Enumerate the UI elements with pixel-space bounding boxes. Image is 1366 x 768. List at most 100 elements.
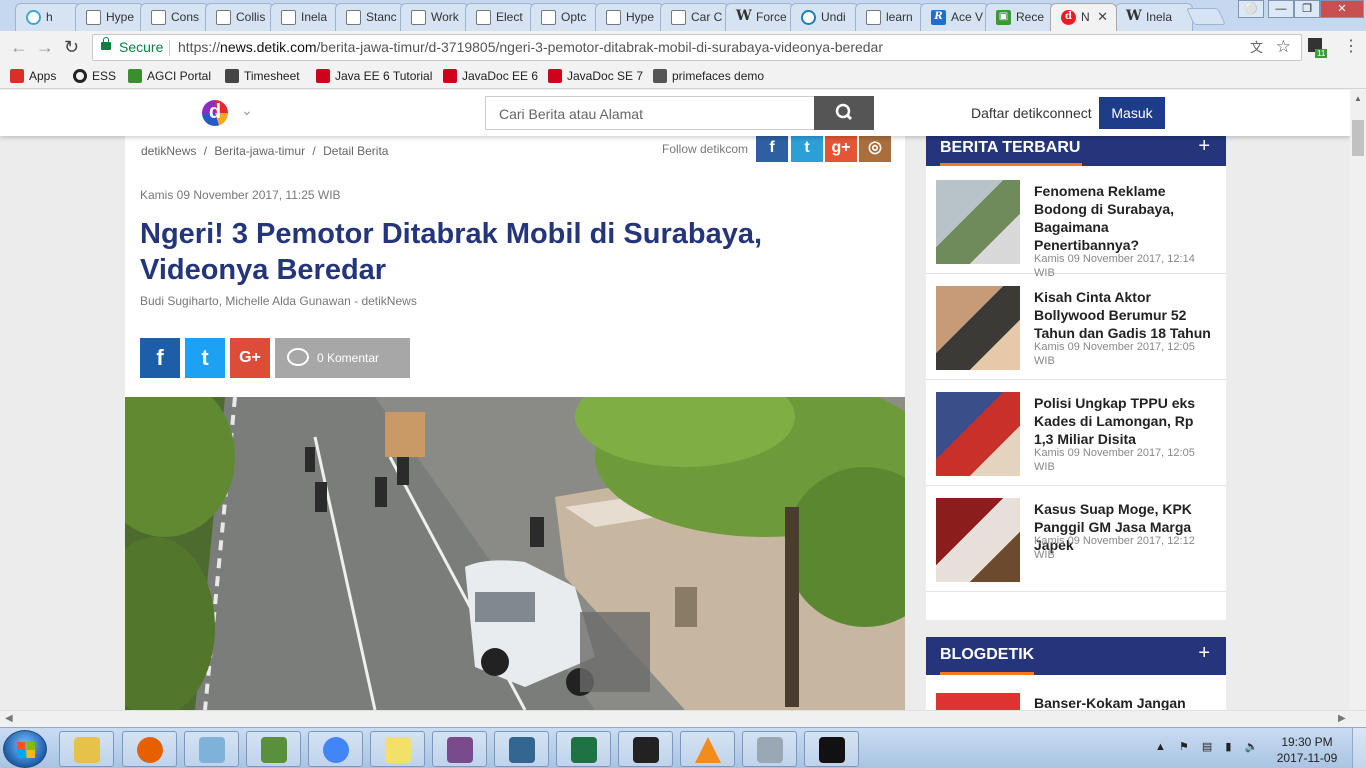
show-desktop-button[interactable] xyxy=(1352,728,1366,768)
news-thumbnail[interactable] xyxy=(936,180,1020,264)
reload-button[interactable]: ↻ xyxy=(64,37,79,58)
scroll-up-icon[interactable]: ▲ xyxy=(1354,94,1362,103)
restore-button[interactable]: ❐ xyxy=(1294,0,1320,18)
browser-tab[interactable]: Cons xyxy=(140,3,209,31)
taskbar-app[interactable] xyxy=(494,731,549,767)
network-icon[interactable]: ▤ xyxy=(1202,741,1212,753)
register-link[interactable]: Daftar detikconnect xyxy=(971,105,1092,121)
taskbar-app[interactable] xyxy=(59,731,114,767)
browser-tab[interactable]: Car C xyxy=(660,3,729,31)
comment-button[interactable]: 0 Komentar xyxy=(275,338,410,378)
taskbar-app[interactable] xyxy=(432,731,487,767)
login-button[interactable]: Masuk xyxy=(1099,97,1165,129)
taskbar-app[interactable] xyxy=(370,731,425,767)
news-list-item[interactable]: Fenomena Reklame Bodong di Surabaya, Bag… xyxy=(926,168,1226,279)
browser-tab[interactable]: Hype xyxy=(75,3,144,31)
taskbar-app[interactable] xyxy=(246,731,301,767)
close-tab-icon[interactable]: ✕ xyxy=(1097,9,1108,25)
follow-twitter-icon[interactable]: t xyxy=(791,134,823,162)
news-thumbnail[interactable] xyxy=(936,286,1020,370)
menu-icon[interactable]: ⋮ xyxy=(1343,36,1359,56)
taskbar-app[interactable] xyxy=(308,731,363,767)
vertical-scrollbar[interactable]: ▲ xyxy=(1350,90,1366,710)
news-list-item[interactable]: Kasus Suap Moge, KPK Panggil GM Jasa Mar… xyxy=(926,486,1226,592)
horizontal-scrollbar[interactable]: ◀ ▶ xyxy=(0,710,1366,727)
breadcrumb-item[interactable]: Detail Berita xyxy=(323,144,388,158)
news-list-item[interactable]: Polisi Ungkap TPPU eks Kades di Lamongan… xyxy=(926,380,1226,486)
browser-tab[interactable]: Collis xyxy=(205,3,274,31)
detik-logo[interactable]: d xyxy=(202,100,228,126)
taskbar-app[interactable] xyxy=(122,731,177,767)
taskbar-app[interactable] xyxy=(680,731,735,767)
browser-tab[interactable]: Inela xyxy=(270,3,339,31)
bookmark-item[interactable]: Apps xyxy=(10,69,56,83)
browser-tab[interactable]: Work xyxy=(400,3,469,31)
expand-icon[interactable]: + xyxy=(1198,642,1210,665)
scroll-thumb[interactable] xyxy=(1352,120,1364,156)
volume-icon[interactable]: 🔈 xyxy=(1244,741,1258,753)
bookmark-item[interactable]: JavaDoc EE 6 xyxy=(443,69,538,83)
action-center-icon[interactable]: ⚑ xyxy=(1179,741,1189,753)
follow-instagram-icon[interactable]: ◎ xyxy=(859,134,891,162)
news-thumbnail[interactable] xyxy=(936,392,1020,476)
browser-tab[interactable]: W Inela xyxy=(1115,3,1193,31)
taskbar-app[interactable] xyxy=(184,731,239,767)
blog-thumbnail[interactable] xyxy=(936,693,1020,710)
follow-facebook-icon[interactable]: f xyxy=(756,134,788,162)
browser-tab[interactable]: Elect xyxy=(465,3,534,31)
breadcrumb-item[interactable]: Berita-jawa-timur xyxy=(214,144,305,158)
back-button[interactable]: ← xyxy=(10,37,28,58)
article-photo[interactable] xyxy=(125,397,905,710)
search-button[interactable] xyxy=(814,96,874,130)
share-google-plus-icon[interactable]: G+ xyxy=(230,338,270,378)
bookmark-star-icon[interactable]: ☆ xyxy=(1276,34,1291,59)
share-facebook-icon[interactable]: f xyxy=(140,338,180,378)
breadcrumb-item[interactable]: detikNews xyxy=(141,144,196,158)
news-item-title[interactable]: Polisi Ungkap TPPU eks Kades di Lamongan… xyxy=(1034,394,1216,448)
scroll-right-icon[interactable]: ▶ xyxy=(1338,713,1346,724)
new-tab-button[interactable] xyxy=(1186,8,1226,25)
start-button[interactable] xyxy=(3,730,47,768)
user-icon[interactable]: ⚪ xyxy=(1238,0,1264,18)
power-icon[interactable]: ▮ xyxy=(1225,741,1231,753)
chevron-down-icon[interactable]: ⌄ xyxy=(241,102,253,119)
minimize-button[interactable]: — xyxy=(1268,0,1294,18)
bookmark-item[interactable]: ESS xyxy=(73,69,116,83)
browser-tab[interactable]: Optc xyxy=(530,3,599,31)
bookmark-item[interactable]: primefaces demo xyxy=(653,69,764,83)
tab-label: Force xyxy=(756,10,787,24)
taskbar-app[interactable] xyxy=(804,731,859,767)
browser-tab[interactable]: Undi xyxy=(790,3,859,31)
search-input[interactable]: Cari Berita atau Alamat xyxy=(485,96,815,130)
clock[interactable]: 19:30 PM 2017-11-09 xyxy=(1272,734,1342,766)
news-thumbnail[interactable] xyxy=(936,498,1020,582)
browser-tab[interactable]: W Force xyxy=(725,3,794,31)
bookmark-item[interactable]: AGCI Portal xyxy=(128,69,211,83)
bookmark-item[interactable]: Timesheet xyxy=(225,69,300,83)
address-bar[interactable]: Secure https://news.detik.com/berita-jaw… xyxy=(92,34,1302,61)
browser-tab[interactable]: ▣ Rece xyxy=(985,3,1054,31)
taskbar-app[interactable] xyxy=(556,731,611,767)
forward-button[interactable]: → xyxy=(36,37,54,58)
browser-tab[interactable]: learn xyxy=(855,3,924,31)
follow-google-plus-icon[interactable]: g+ xyxy=(825,134,857,162)
news-item-title[interactable]: Kisah Cinta Aktor Bollywood Berumur 52 T… xyxy=(1034,288,1216,342)
bookmark-item[interactable]: Java EE 6 Tutorial xyxy=(316,69,432,83)
close-window-button[interactable]: ✕ xyxy=(1320,0,1364,18)
news-item-title[interactable]: Fenomena Reklame Bodong di Surabaya, Bag… xyxy=(1034,182,1216,254)
blog-item-title[interactable]: Banser-Kokam Jangan xyxy=(1034,695,1186,710)
news-list-item[interactable]: Kisah Cinta Aktor Bollywood Berumur 52 T… xyxy=(926,274,1226,380)
browser-tab[interactable]: h xyxy=(15,3,81,31)
expand-icon[interactable]: + xyxy=(1198,135,1210,158)
bookmark-item[interactable]: JavaDoc SE 7 xyxy=(548,69,643,83)
browser-tab[interactable]: Hype xyxy=(595,3,664,31)
browser-tab[interactable]: d N ✕ xyxy=(1050,3,1117,31)
scroll-left-icon[interactable]: ◀ xyxy=(5,713,13,724)
tray-expand-icon[interactable]: ▲ xyxy=(1155,741,1166,753)
browser-tab[interactable]: R Ace V xyxy=(920,3,989,31)
taskbar-app[interactable] xyxy=(742,731,797,767)
taskbar-app[interactable] xyxy=(618,731,673,767)
browser-tab[interactable]: Stanc xyxy=(335,3,404,31)
translate-icon[interactable]: 文 xyxy=(1250,35,1263,60)
share-twitter-icon[interactable]: t xyxy=(185,338,225,378)
